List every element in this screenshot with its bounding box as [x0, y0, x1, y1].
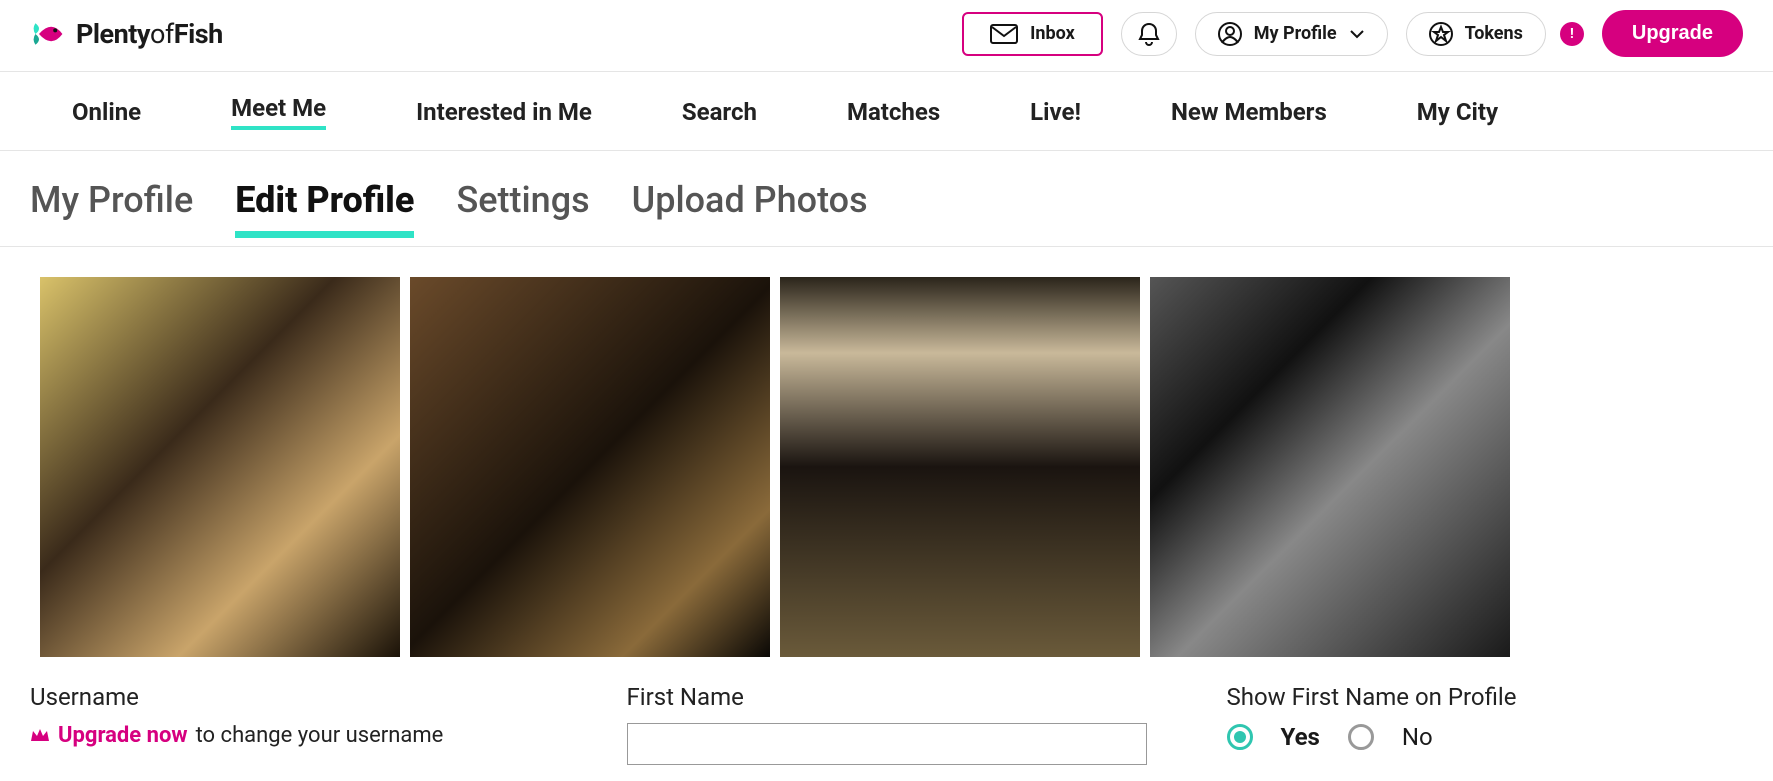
tokens-label: Tokens	[1465, 23, 1523, 44]
upgrade-rest-text: to change your username	[196, 723, 444, 748]
mail-icon	[990, 24, 1018, 44]
username-label: Username	[30, 683, 547, 711]
bell-icon	[1138, 22, 1160, 46]
user-icon	[1218, 22, 1242, 46]
brand-word-1: Plenty	[76, 18, 150, 50]
upgrade-now-link[interactable]: Upgrade now	[58, 723, 188, 748]
tab-my-profile[interactable]: My Profile	[30, 179, 193, 231]
profile-photo-4[interactable]	[1150, 277, 1510, 657]
firstname-input[interactable]	[627, 723, 1147, 765]
showname-options: Yes No	[1227, 723, 1744, 751]
profile-photos-strip	[0, 247, 1773, 667]
crown-icon	[30, 728, 50, 744]
tokens-button[interactable]: Tokens	[1406, 12, 1546, 56]
tab-upload-photos[interactable]: Upload Photos	[632, 179, 868, 231]
radio-no-label: No	[1402, 723, 1433, 751]
notifications-button[interactable]	[1121, 12, 1177, 56]
edit-form-row: Username Upgrade now to change your user…	[0, 667, 1773, 781]
chevron-down-icon	[1349, 29, 1365, 39]
inbox-label: Inbox	[1030, 23, 1075, 44]
inbox-button[interactable]: Inbox	[962, 12, 1103, 56]
firstname-section: First Name	[627, 683, 1147, 765]
nav-new-members[interactable]: New Members	[1171, 98, 1327, 126]
brand-word-3: Fish	[174, 18, 223, 50]
nav-matches[interactable]: Matches	[847, 98, 940, 126]
profile-subtabs: My Profile Edit Profile Settings Upload …	[0, 151, 1773, 247]
username-section: Username Upgrade now to change your user…	[30, 683, 547, 765]
top-actions: Inbox My Profile	[962, 10, 1743, 57]
brand-logo[interactable]: PlentyofFish	[30, 16, 223, 52]
radio-no[interactable]	[1348, 724, 1374, 750]
nav-search[interactable]: Search	[682, 98, 757, 126]
upgrade-button[interactable]: Upgrade	[1602, 10, 1743, 57]
tab-settings[interactable]: Settings	[456, 179, 589, 231]
top-bar: PlentyofFish Inbox	[0, 0, 1773, 72]
showname-label: Show First Name on Profile	[1227, 683, 1744, 711]
showname-section: Show First Name on Profile Yes No	[1227, 683, 1744, 765]
brand-name: PlentyofFish	[76, 18, 223, 50]
tab-edit-profile[interactable]: Edit Profile	[235, 179, 414, 238]
profile-photo-2[interactable]	[410, 277, 770, 657]
brand-word-2: of	[150, 18, 174, 50]
my-profile-dropdown[interactable]: My Profile	[1195, 12, 1388, 56]
alert-badge[interactable]: !	[1560, 22, 1584, 46]
main-nav: Online Meet Me Interested in Me Search M…	[0, 72, 1773, 151]
nav-online[interactable]: Online	[72, 98, 141, 126]
radio-yes[interactable]	[1227, 724, 1253, 750]
firstname-label: First Name	[627, 683, 1147, 711]
fish-logo-icon	[30, 16, 66, 52]
username-upgrade-line: Upgrade now to change your username	[30, 723, 547, 748]
my-profile-label: My Profile	[1254, 23, 1337, 44]
nav-my-city[interactable]: My City	[1417, 98, 1498, 126]
star-token-icon	[1429, 22, 1453, 46]
radio-yes-label: Yes	[1281, 723, 1320, 751]
profile-photo-3[interactable]	[780, 277, 1140, 657]
nav-interested[interactable]: Interested in Me	[416, 98, 592, 126]
nav-meet-me[interactable]: Meet Me	[231, 94, 326, 130]
profile-photo-1[interactable]	[40, 277, 400, 657]
nav-live[interactable]: Live!	[1030, 98, 1081, 126]
